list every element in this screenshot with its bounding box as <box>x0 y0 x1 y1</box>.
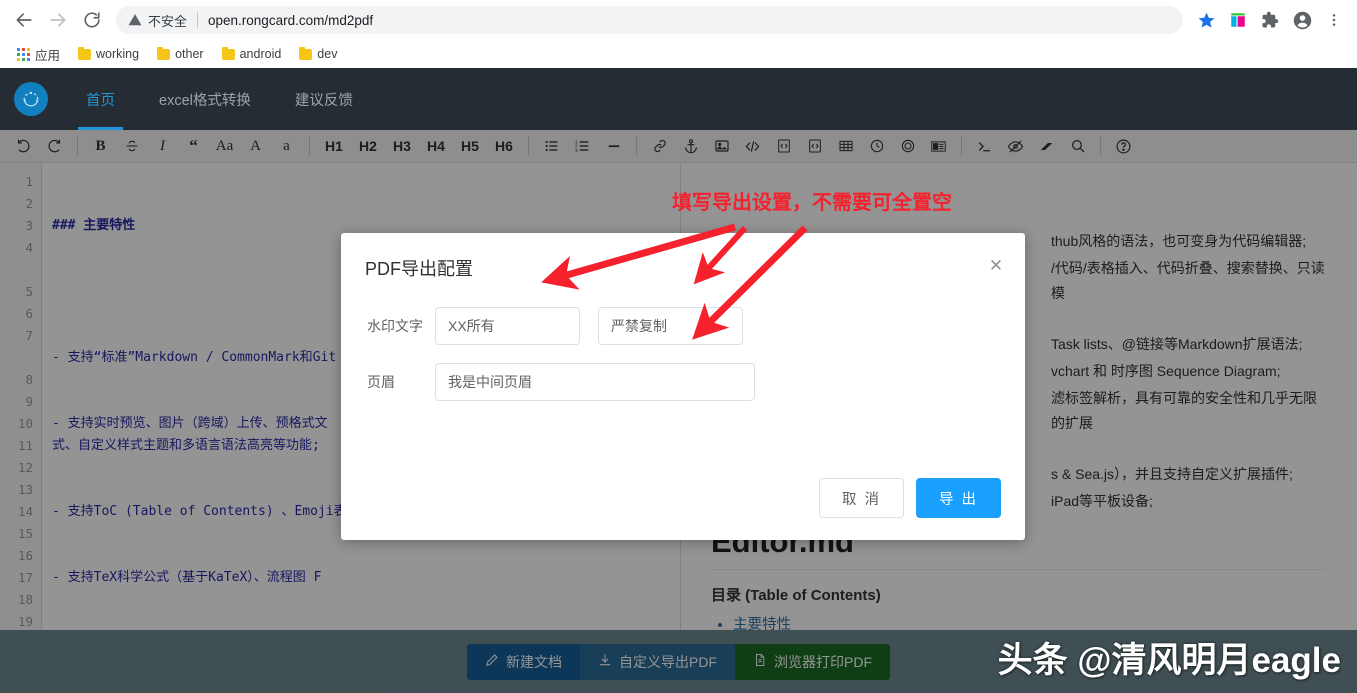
not-secure-icon <box>128 13 142 27</box>
folder-icon <box>157 46 171 60</box>
bookmark-dev[interactable]: dev <box>292 44 344 64</box>
address-bar[interactable]: 不安全 open.rongcard.com/md2pdf <box>116 6 1183 34</box>
folder-icon <box>78 46 92 60</box>
page-header-input[interactable] <box>435 363 755 401</box>
bookmark-label: working <box>96 47 140 61</box>
nav-item-feedback[interactable]: 建议反馈 <box>273 68 375 130</box>
dialog-body: 水印文字 页眉 <box>341 281 1025 401</box>
profile-icon[interactable] <box>1287 5 1317 35</box>
bookmark-label: android <box>239 47 282 61</box>
watermark-label: 水印文字 <box>367 318 423 334</box>
url-text: open.rongcard.com/md2pdf <box>208 12 374 28</box>
browser-nav-bar: 不安全 open.rongcard.com/md2pdf <box>0 0 1357 40</box>
app-nav: 首页 excel格式转换 建议反馈 <box>64 68 375 130</box>
bookmark-android[interactable]: android <box>215 44 289 64</box>
watermark-input-1[interactable] <box>435 307 580 345</box>
header-row: 页眉 <box>367 363 1001 401</box>
pdf-export-config-dialog: PDF导出配置 ✕ 水印文字 页眉 取 消 导 出 <box>341 233 1025 540</box>
bookmark-other[interactable]: other <box>150 44 211 64</box>
bookmark-label: 应用 <box>35 48 61 63</box>
apps-grid-icon <box>17 47 30 61</box>
social-watermark: 头条 @清风明月eagle <box>997 641 1341 680</box>
back-arrow-icon[interactable] <box>8 4 40 36</box>
star-icon[interactable] <box>1191 5 1221 35</box>
omnibox-divider <box>197 12 199 28</box>
dialog-title: PDF导出配置 <box>365 259 473 279</box>
reload-icon[interactable] <box>76 4 108 36</box>
bookmarks-bar: 应用 working other android dev <box>0 40 1357 68</box>
close-icon[interactable]: ✕ <box>985 255 1007 277</box>
folder-icon <box>299 46 313 60</box>
app-viewport: 首页 excel格式转换 建议反馈 B I “ Aa A a H1 H2 H3 … <box>0 68 1357 693</box>
watermark-row: 水印文字 <box>367 307 1001 345</box>
cancel-button[interactable]: 取 消 <box>818 478 904 518</box>
not-secure-label: 不安全 <box>148 13 188 29</box>
export-button[interactable]: 导 出 <box>915 478 1001 518</box>
extension-color-icon[interactable] <box>1223 5 1253 35</box>
browser-chrome: 不安全 open.rongcard.com/md2pdf 应用 working … <box>0 0 1357 68</box>
bookmark-label: dev <box>317 47 338 61</box>
circle-logo-icon[interactable] <box>14 82 48 116</box>
forward-arrow-icon[interactable] <box>42 4 74 36</box>
watermark-input-2[interactable] <box>598 307 743 345</box>
app-header: 首页 excel格式转换 建议反馈 <box>0 68 1357 130</box>
nav-item-home[interactable]: 首页 <box>64 68 137 130</box>
puzzle-icon[interactable] <box>1255 5 1285 35</box>
page-header-label: 页眉 <box>367 374 395 390</box>
bookmark-label: other <box>175 47 204 61</box>
more-menu-icon[interactable] <box>1319 5 1349 35</box>
bookmark-apps[interactable]: 应用 <box>10 42 67 67</box>
folder-icon <box>221 46 235 60</box>
bookmark-working[interactable]: working <box>71 44 146 64</box>
dialog-footer: 取 消 导 出 <box>818 478 1001 518</box>
nav-item-excel-convert[interactable]: excel格式转换 <box>137 68 273 130</box>
